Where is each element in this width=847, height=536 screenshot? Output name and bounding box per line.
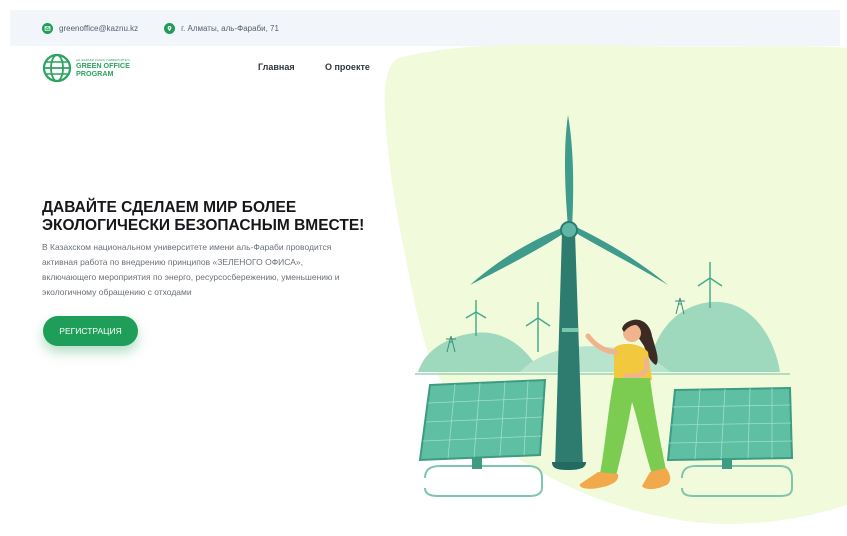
site-logo[interactable]: АЛ-ФАРАБИ КАЗАҚ УНИВЕРСИТЕТІ GREEN OFFIC… xyxy=(42,53,130,83)
hero-description: В Казахском национальном университете им… xyxy=(42,240,372,300)
nav-item-home[interactable]: Главная xyxy=(258,62,295,72)
logo-line-2: PROGRAM xyxy=(76,68,114,78)
hero-description-line-4: экологичному обращению с отходами xyxy=(42,287,192,297)
hero-title: ДАВАЙТЕ СДЕЛАЕМ МИР БОЛЕЕ ЭКОЛОГИЧЕСКИ Б… xyxy=(42,199,364,235)
hero-description-line-3: включающего мероприятия по энерго, ресур… xyxy=(42,272,340,282)
nav-item-about[interactable]: О проекте xyxy=(325,62,370,72)
hero-description-line-1: В Казахском национальном университете им… xyxy=(42,242,332,252)
logo-text: АЛ-ФАРАБИ КАЗАҚ УНИВЕРСИТЕТІ GREEN OFFIC… xyxy=(76,58,130,78)
hero-title-line-1: ДАВАЙТЕ СДЕЛАЕМ МИР БОЛЕЕ xyxy=(42,199,297,216)
register-button[interactable]: РЕГИСТРАЦИЯ xyxy=(43,316,138,346)
hero-title-line-2: ЭКОЛОГИЧЕСКИ БЕЗОПАСНЫМ ВМЕСТЕ! xyxy=(42,217,365,234)
hero-description-line-2: активная работа по внедрению принципов «… xyxy=(42,257,303,267)
solar-panel-left xyxy=(418,378,547,497)
globe-logo-icon xyxy=(42,53,72,83)
